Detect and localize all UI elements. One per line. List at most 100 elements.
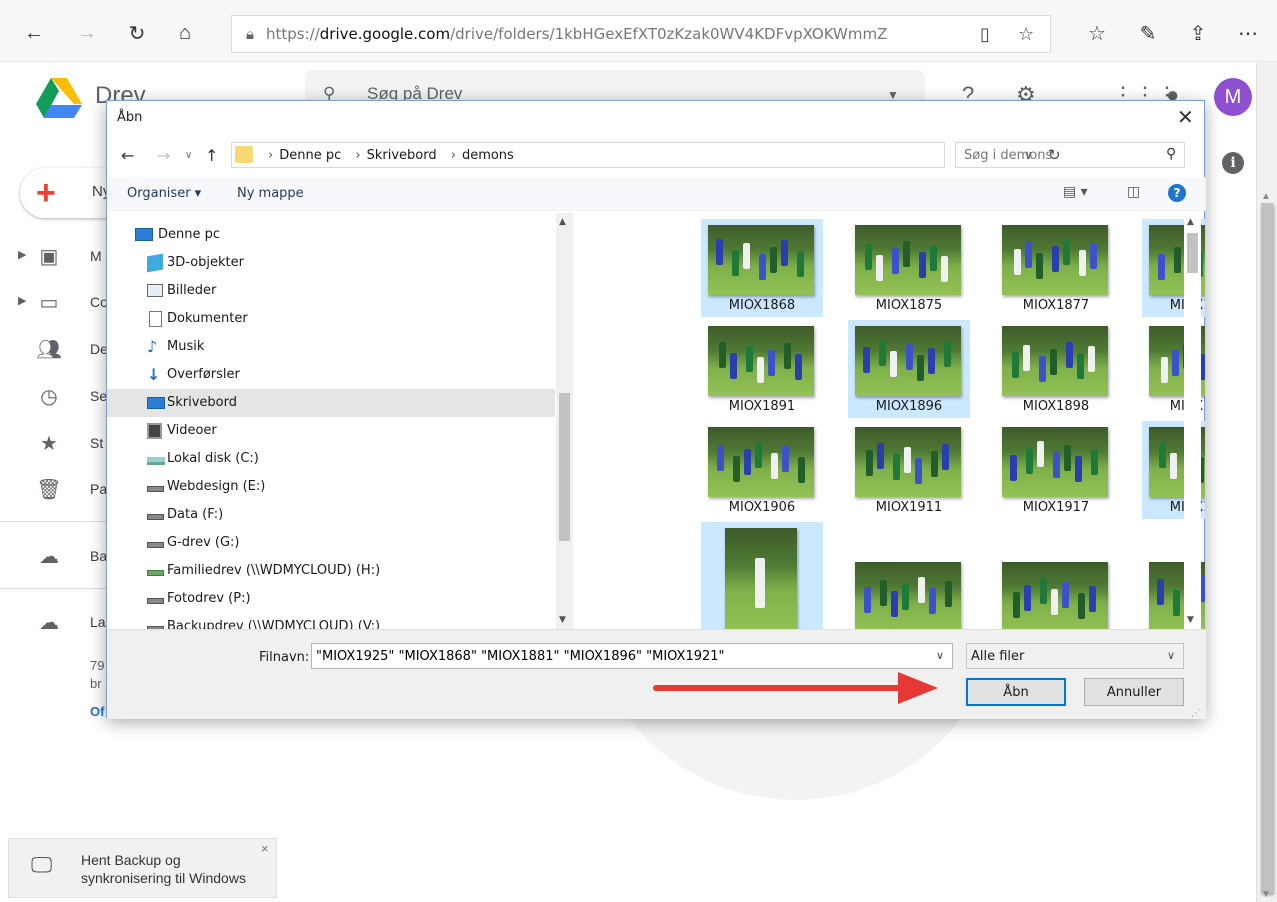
back-icon[interactable]: ← — [22, 21, 46, 45]
address-bar[interactable]: 🔒︎ https://drive.google.com/drive/folder… — [231, 15, 1051, 53]
photo-thumbnail — [855, 326, 961, 396]
chevron-down-icon[interactable]: ∨ — [936, 649, 944, 662]
up-folder-icon[interactable]: ↑ — [205, 146, 218, 165]
local-disk-icon — [147, 451, 165, 467]
tree-item[interactable]: 3D-objekter — [107, 249, 555, 277]
breadcrumb-item[interactable]: demons — [462, 148, 514, 163]
preview-pane-icon[interactable]: ◫ — [1127, 184, 1140, 200]
backup-toast[interactable]: 🖵︎ Hent Backup og synkronisering til Win… — [8, 838, 277, 898]
file-item[interactable]: MIOX1898 — [995, 320, 1117, 418]
shared-icon: 👥︎ — [36, 339, 62, 361]
3d-objects-icon — [147, 253, 163, 273]
file-item[interactable] — [701, 522, 823, 629]
file-item[interactable]: MIOX1875 — [848, 219, 970, 317]
file-item[interactable] — [848, 522, 970, 629]
url-path: /drive/folders/1kbHGexEfXT0zKzak0WV4KDFv… — [450, 25, 888, 43]
nav-item-trash[interactable]: 🗑︎ Pa — [0, 475, 110, 505]
tree-item[interactable]: ↓ Overførsler — [107, 361, 555, 389]
nav-item-computers[interactable]: ▶ ▭ Co — [0, 288, 110, 318]
file-item[interactable]: MIOX1877 — [995, 219, 1117, 317]
files-scrollbar[interactable]: ▲ ▼ — [1184, 213, 1201, 629]
expand-icon[interactable]: ▶ — [18, 248, 26, 261]
nav-item-my-drive[interactable]: ▶ ▣ M — [0, 242, 110, 272]
file-item[interactable]: MIOX1896 — [848, 320, 970, 418]
tree-scrollbar[interactable]: ▲ ▼ — [556, 213, 573, 629]
search-input[interactable] — [956, 143, 1156, 167]
filename-input[interactable] — [312, 644, 932, 668]
breadcrumb-item[interactable]: Skrivebord — [367, 148, 437, 163]
avatar[interactable]: M — [1214, 78, 1252, 116]
filename-field[interactable]: ∨ — [311, 643, 953, 669]
tree-item[interactable]: Fotodrev (P:) — [107, 585, 555, 613]
file-item[interactable] — [995, 522, 1117, 629]
close-icon[interactable]: ✕ — [1177, 105, 1194, 129]
tree-item[interactable]: Videoer — [107, 417, 555, 445]
tree-item[interactable]: ♪ Musik — [107, 333, 555, 361]
file-item[interactable]: MIOX1868 — [701, 219, 823, 317]
command-bar: Organiser ▾ Ny mappe ▤ ▾ ◫ ? — [107, 177, 1206, 211]
page-scrollbar[interactable]: ▲ ▼ — [1256, 63, 1277, 902]
photo-thumbnail — [1002, 225, 1108, 295]
photo-thumbnail — [1002, 562, 1108, 629]
tree-item[interactable]: Webdesign (E:) — [107, 473, 555, 501]
address-row: ← → ∨ ↑ › Denne pc › Skrivebord › demons ∨ … — [107, 139, 1206, 173]
file-list: MIOX1868MIOX1875MIOX1877MIOX1881MIOX1891… — [575, 213, 1205, 629]
more-icon[interactable]: ⋯ — [1236, 21, 1260, 45]
tree-item-label: Webdesign (E:) — [167, 479, 266, 494]
share-icon[interactable]: ⇪ — [1186, 21, 1210, 45]
recent-locations-icon[interactable]: ∨ — [185, 150, 192, 161]
reading-view-icon[interactable]: ▯ — [980, 24, 990, 45]
home-icon[interactable]: ⌂ — [173, 21, 197, 45]
back-icon[interactable]: ← — [121, 146, 134, 165]
pen-icon[interactable]: ✎ — [1136, 21, 1160, 45]
tree-item[interactable]: Billeder — [107, 277, 555, 305]
nav-item-starred[interactable]: ★ St — [0, 429, 110, 459]
new-folder-button[interactable]: Ny mappe — [237, 186, 304, 201]
breadcrumb[interactable]: › Denne pc › Skrivebord › demons ∨ ↻ — [231, 142, 1061, 168]
tree-item[interactable]: Lokal disk (C:) — [107, 445, 555, 473]
browser-toolbar: ← → ↻ ⌂ 🔒︎ https://drive.google.com/driv… — [0, 0, 1277, 62]
folder-icon — [235, 146, 253, 163]
resize-grip-icon[interactable]: ⋰ — [1191, 708, 1201, 719]
file-item[interactable]: MIOX1906 — [701, 421, 823, 519]
photo-thumbnail — [855, 562, 961, 629]
expand-icon[interactable]: ▶ — [18, 294, 26, 307]
tree-item[interactable]: Dokumenter — [107, 305, 555, 333]
info-icon[interactable]: i — [1222, 152, 1244, 174]
drive-icon — [147, 619, 164, 629]
tree-item[interactable]: Denne pc — [107, 221, 555, 249]
folder-search[interactable]: ⚲ — [955, 142, 1185, 168]
tree-item[interactable]: Data (F:) — [107, 501, 555, 529]
upgrade-storage-link[interactable]: Of — [90, 704, 104, 719]
file-item[interactable]: MIOX1911 — [848, 421, 970, 519]
tree-item[interactable]: Familiedrev (\\WDMYCLOUD) (H:) — [107, 557, 555, 585]
breadcrumb-item[interactable]: Denne pc — [279, 148, 341, 163]
organize-button[interactable]: Organiser ▾ — [127, 186, 201, 201]
lock-icon: 🔒︎ — [246, 25, 254, 43]
refresh-icon[interactable]: ↻ — [125, 21, 149, 45]
photo-thumbnail — [855, 427, 961, 497]
nav-item-recent[interactable]: ◷ Se — [0, 382, 110, 412]
close-icon[interactable]: × — [261, 841, 269, 856]
help-icon[interactable]: ? — [1168, 184, 1186, 202]
divider — [0, 588, 110, 589]
file-type-select[interactable]: Alle filer ∨ — [966, 643, 1184, 669]
annotation-arrow-icon — [653, 672, 938, 704]
file-item[interactable]: MIOX1891 — [701, 320, 823, 418]
open-file-dialog: Åbn ✕ ← → ∨ ↑ › Denne pc › Skrivebord › dem… — [106, 100, 1206, 719]
cancel-button[interactable]: Annuller — [1084, 678, 1184, 706]
tree-item[interactable]: Backupdrev (\\WDMYCLOUD) (V:) — [107, 613, 555, 629]
network-drive-icon — [147, 563, 164, 579]
tree-item[interactable]: Skrivebord — [107, 389, 555, 417]
forward-icon[interactable]: → — [75, 21, 99, 45]
favorites-list-icon[interactable]: ☆ — [1085, 21, 1109, 45]
nav-item-storage[interactable]: ☁ La — [0, 608, 110, 638]
nav-item-shared[interactable]: 👥︎ De — [0, 335, 110, 365]
tree-item[interactable]: G-drev (G:) — [107, 529, 555, 557]
open-button[interactable]: Åbn — [966, 678, 1066, 706]
forward-icon[interactable]: → — [157, 146, 170, 165]
favorite-star-icon[interactable]: ☆ — [1018, 24, 1034, 45]
file-item[interactable]: MIOX1917 — [995, 421, 1117, 519]
nav-item-backups[interactable]: ☁ Ba — [0, 542, 110, 572]
view-options-icon[interactable]: ▤ ▾ — [1063, 184, 1088, 200]
